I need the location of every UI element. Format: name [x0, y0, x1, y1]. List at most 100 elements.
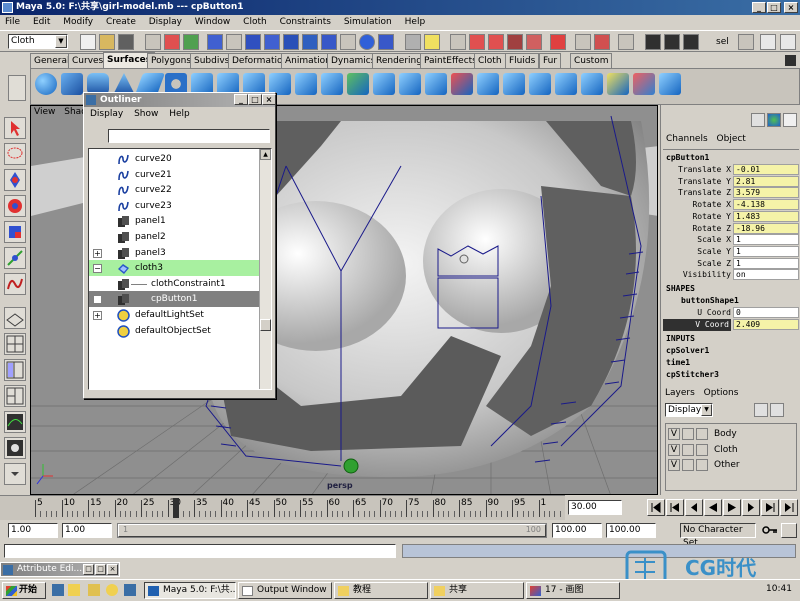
open-close-icon[interactable]	[581, 73, 603, 95]
mask-surface-icon[interactable]	[264, 34, 280, 50]
menu-file[interactable]: File	[5, 17, 20, 27]
mask-sphere-icon[interactable]	[359, 34, 375, 50]
bevel-icon[interactable]	[373, 73, 395, 95]
detach-icon[interactable]	[529, 73, 551, 95]
start-button[interactable]: 开始	[2, 582, 46, 599]
scale-tool-icon[interactable]	[4, 221, 26, 243]
channel-node-name[interactable]: cpButton1	[661, 152, 800, 164]
shape-channel-row[interactable]: V Coord 2.409	[661, 319, 800, 331]
extend-icon[interactable]	[633, 73, 655, 95]
channel-value[interactable]: 2.81	[733, 175, 799, 187]
tab-options[interactable]: Options	[704, 388, 739, 398]
layer-type-toggle[interactable]	[682, 443, 694, 456]
side-pane-layout-icon[interactable]	[4, 359, 26, 381]
input-node[interactable]: cpSolver1	[661, 345, 800, 357]
channel-row[interactable]: Rotate Y 1.483	[661, 210, 800, 223]
layer-row[interactable]: V Other	[668, 458, 794, 472]
task-paint[interactable]: 17 - 画图	[526, 582, 620, 599]
outliner-item[interactable]: − cloth3	[89, 260, 261, 277]
select-tool-icon[interactable]	[4, 117, 26, 139]
outliner-item[interactable]: curve22	[89, 182, 261, 198]
menu-window[interactable]: Window	[195, 17, 231, 27]
channel-row[interactable]: Translate Z 3.579	[661, 187, 800, 199]
four-pane-layout-icon[interactable]	[4, 333, 26, 355]
outliner-filter-input[interactable]	[108, 129, 270, 143]
outliner-item[interactable]: defaultObjectSet	[89, 323, 261, 339]
channel-row[interactable]: Translate X -0.01	[661, 164, 800, 176]
input-node[interactable]: cpStitcher3	[661, 369, 800, 381]
viewport-menu-view[interactable]: View	[34, 107, 55, 117]
channel-row[interactable]: Scale Z1	[661, 257, 800, 270]
single-pane-layout-icon[interactable]	[4, 307, 26, 329]
current-frame-field[interactable]: 30.00	[568, 500, 622, 515]
channel-box-color-icon[interactable]	[767, 113, 781, 127]
menu-display[interactable]: Display	[149, 17, 182, 27]
task-maya[interactable]: Maya 5.0: F:\共...	[144, 582, 236, 599]
shelf-trash-icon[interactable]	[785, 55, 796, 66]
nurbs-sphere-icon[interactable]	[35, 73, 57, 95]
tab-custom[interactable]: Custom	[570, 53, 613, 68]
new-scene-icon[interactable]	[80, 34, 96, 50]
layer-visibility-toggle[interactable]: V	[668, 459, 680, 471]
lock-selection-icon[interactable]	[405, 34, 421, 50]
outliner-layout-icon[interactable]	[4, 385, 26, 407]
manipulator-tool-icon[interactable]	[4, 247, 26, 269]
mask-misc-icon[interactable]	[340, 34, 356, 50]
snap-curve-icon[interactable]	[469, 34, 485, 50]
animation-preferences-icon[interactable]	[781, 523, 797, 538]
render-frame-icon[interactable]	[618, 34, 634, 50]
key-icon[interactable]	[762, 524, 778, 537]
menu-edit[interactable]: Edit	[33, 17, 50, 27]
scroll-thumb[interactable]	[260, 319, 271, 331]
task-share-folder[interactable]: 共享	[430, 582, 524, 599]
attribute-editor-close-button[interactable]: ×	[107, 564, 118, 575]
attribute-editor-icon[interactable]	[783, 113, 797, 127]
maya-app-icon[interactable]	[2, 2, 13, 13]
tab-curves[interactable]: Curves	[68, 53, 108, 68]
outliner-menu-display[interactable]: Display	[90, 109, 123, 119]
make-live-icon[interactable]	[526, 34, 542, 50]
insert-isoparm-icon[interactable]	[607, 73, 629, 95]
mask-joint-icon[interactable]	[226, 34, 242, 50]
hypershade-layout-icon[interactable]	[4, 437, 26, 459]
outliner-titlebar[interactable]: Outliner _ □ ×	[84, 93, 276, 107]
select-hierarchy-icon[interactable]	[145, 34, 161, 50]
channel-row[interactable]: Rotate X -4.138	[661, 199, 800, 211]
move-tool-icon[interactable]	[4, 169, 26, 191]
window-titlebar[interactable]: Maya 5.0: F:\共享\girl-model.mb --- cpButt…	[0, 0, 800, 15]
outliner-item[interactable]: + panel3	[89, 245, 261, 261]
mask-deform-icon[interactable]	[283, 34, 299, 50]
mask-handle-icon[interactable]	[207, 34, 223, 50]
shelf-menu-icon[interactable]	[8, 75, 26, 101]
project-curve-icon[interactable]	[399, 73, 421, 95]
toolbox-expand-icon[interactable]	[4, 463, 26, 485]
outliner-item[interactable]: panel2	[89, 229, 261, 245]
layer-type-toggle[interactable]	[682, 428, 694, 440]
playback-end-field[interactable]: 100.00	[552, 523, 602, 538]
maximize-button[interactable]: □	[767, 2, 781, 13]
attach-icon[interactable]	[503, 73, 525, 95]
attribute-editor-minimized[interactable]: Attribute Edi... □ □ ×	[0, 562, 120, 577]
layer-color-swatch[interactable]	[696, 443, 708, 456]
input-node[interactable]: time1	[661, 357, 800, 369]
menu-modify[interactable]: Modify	[63, 17, 93, 27]
new-layer-selected-icon[interactable]	[770, 403, 784, 417]
mel-command-input[interactable]	[4, 544, 396, 558]
channel-value[interactable]: 0	[733, 307, 799, 318]
new-layer-icon[interactable]	[754, 403, 768, 417]
ipr-render-icon[interactable]	[664, 34, 680, 50]
close-button[interactable]: ×	[784, 2, 798, 13]
highlight-selection-icon[interactable]	[424, 34, 440, 50]
tab-fur[interactable]: Fur	[539, 53, 562, 68]
collapse-icon[interactable]: −	[93, 264, 102, 274]
channel-row[interactable]: Rotate Z -18.96	[661, 222, 800, 235]
tab-rendering[interactable]: Rendering	[372, 53, 426, 68]
channel-value[interactable]: 1.483	[733, 210, 799, 222]
trim-tool-icon[interactable]	[451, 73, 473, 95]
channel-row[interactable]: Scale X1	[661, 234, 800, 246]
channel-row[interactable]: Visibility on	[661, 269, 800, 281]
tab-polygons[interactable]: Polygons	[147, 53, 196, 68]
outliner-item[interactable]: + cpButton1	[89, 291, 261, 308]
layer-display-dropdown[interactable]: Display ▼	[665, 403, 713, 417]
snap-point-icon[interactable]	[488, 34, 504, 50]
